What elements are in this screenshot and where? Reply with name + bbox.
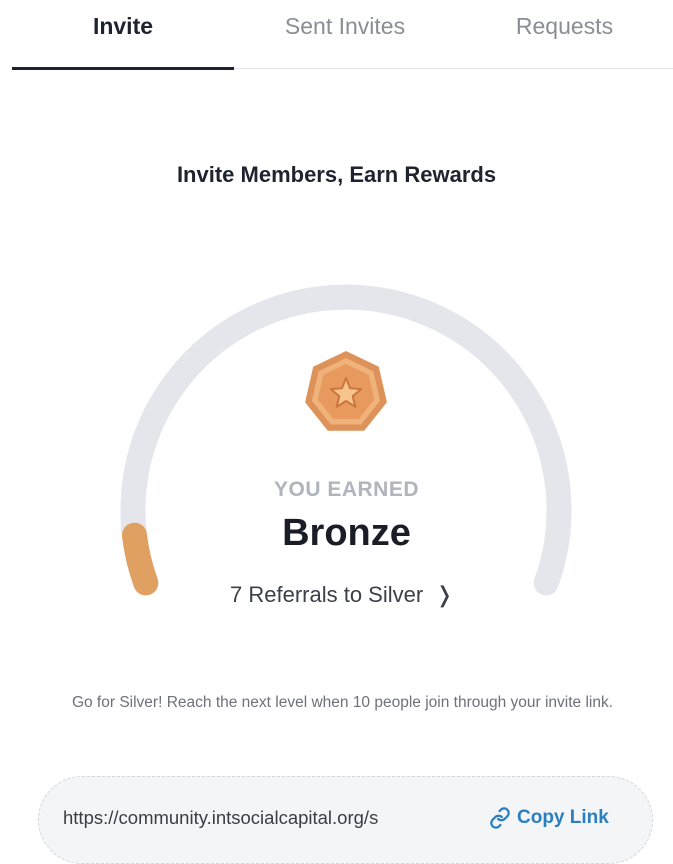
copy-link-button[interactable]: Copy Link [489, 807, 609, 829]
next-level-text: 7 Referrals to Silver [230, 582, 424, 607]
copy-link-label: Copy Link [517, 807, 609, 828]
next-level-link[interactable]: 7 Referrals to Silver ❭ [230, 580, 454, 610]
current-level: Bronze [282, 512, 411, 554]
referral-progress-gauge [120, 284, 572, 596]
link-icon [490, 807, 510, 829]
chevron-right-icon: ❭ [435, 582, 454, 607]
bronze-star-badge-icon [305, 351, 387, 431]
level-description: Go for Silver! Reach the next level when… [71, 694, 614, 711]
invite-link-url[interactable]: https://community.intsocialcapital.org/s [63, 807, 458, 829]
invite-link-box: https://community.intsocialcapital.org/s… [38, 776, 653, 864]
earned-caption: YOU EARNED [273, 478, 420, 501]
